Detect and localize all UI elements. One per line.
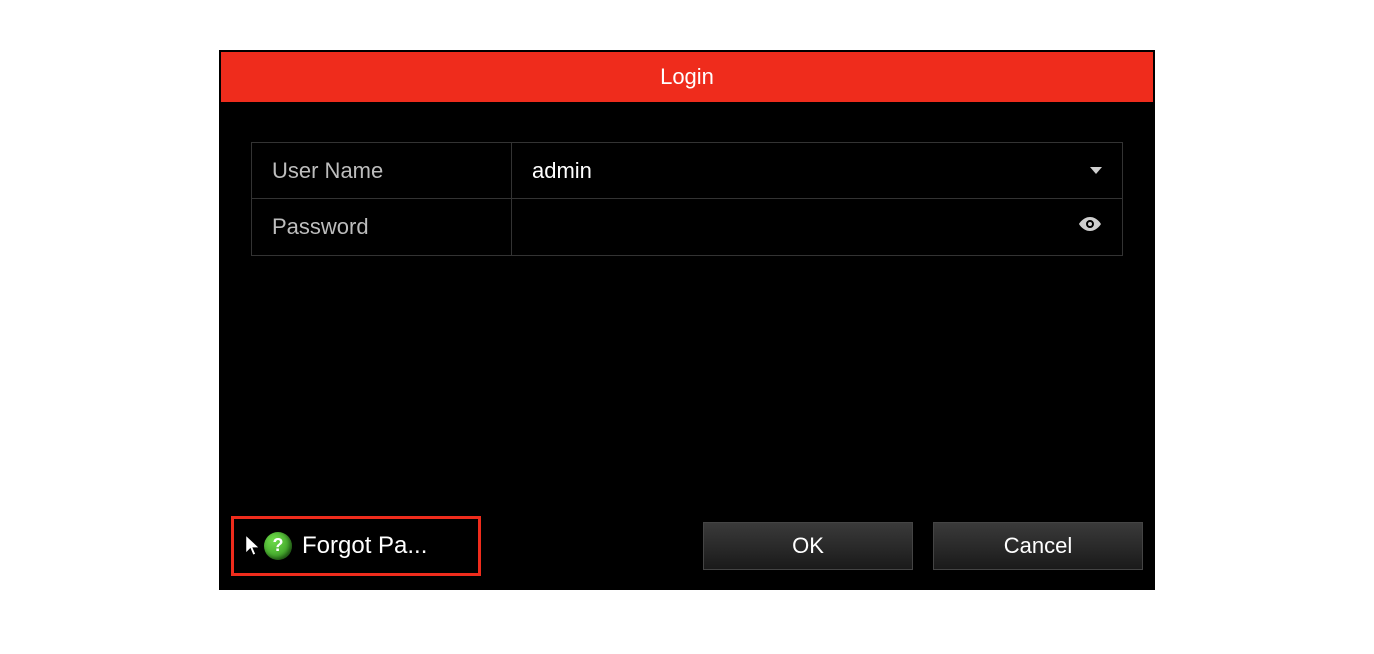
forgot-password-label: Forgot Pa... xyxy=(302,532,427,560)
username-row: User Name admin xyxy=(252,143,1122,199)
username-dropdown[interactable]: admin xyxy=(512,143,1122,198)
help-icon: ? xyxy=(264,532,292,560)
chevron-down-icon xyxy=(1090,167,1102,174)
username-value: admin xyxy=(532,158,1090,184)
dialog-titlebar: Login xyxy=(221,52,1153,102)
ok-button[interactable]: OK xyxy=(703,522,913,570)
eye-icon[interactable] xyxy=(1078,212,1102,242)
ok-button-label: OK xyxy=(792,533,824,559)
password-input[interactable] xyxy=(512,199,1122,255)
login-form: User Name admin Password xyxy=(251,142,1123,256)
cancel-button[interactable]: Cancel xyxy=(933,522,1143,570)
username-label: User Name xyxy=(252,143,512,198)
help-glyph: ? xyxy=(273,535,284,556)
login-dialog: Login User Name admin Password xyxy=(219,50,1155,590)
password-label: Password xyxy=(252,199,512,255)
cursor-icon xyxy=(244,533,262,559)
dialog-title: Login xyxy=(660,64,714,90)
dialog-footer: ? Forgot Pa... OK Cancel xyxy=(221,513,1153,578)
cancel-button-label: Cancel xyxy=(1004,533,1072,559)
password-row: Password xyxy=(252,199,1122,255)
forgot-password-button[interactable]: ? Forgot Pa... xyxy=(231,516,481,576)
